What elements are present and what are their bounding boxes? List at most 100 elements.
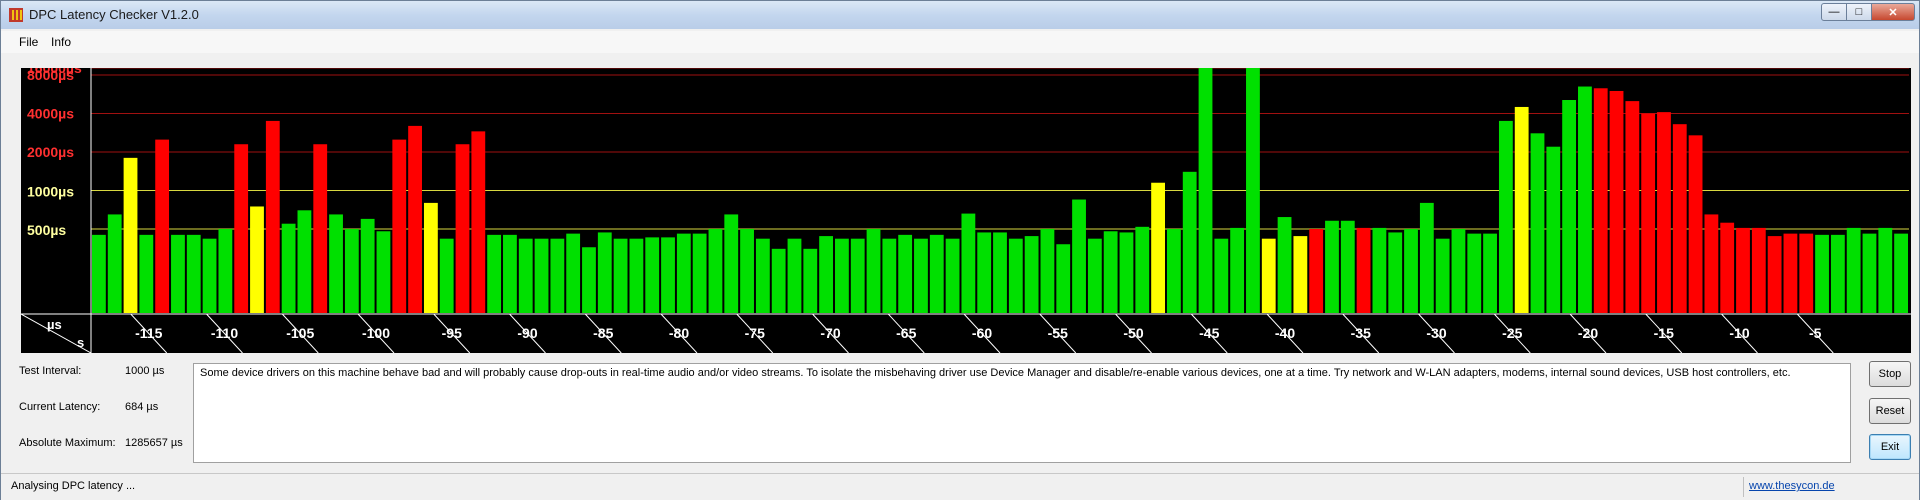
bar [1846, 227, 1861, 313]
bar [929, 234, 944, 313]
maximize-button[interactable]: □ [1846, 3, 1872, 21]
latency-chart: 16000µs 8000µs 4000µs 2000µs 1000µs 500µs µs s -… [20, 60, 1911, 354]
bar [423, 202, 438, 313]
y-tick-label: 1000µs [27, 184, 74, 200]
bar [92, 234, 106, 313]
x-tick-label: -75 [745, 325, 765, 341]
close-icon: ✕ [1888, 6, 1898, 19]
bar [613, 238, 628, 313]
bar [1024, 236, 1039, 313]
bar [724, 214, 739, 313]
bar [234, 144, 249, 313]
bar [755, 238, 770, 313]
menu-file[interactable]: File [19, 35, 38, 49]
bar [518, 238, 533, 313]
reset-button[interactable]: Reset [1869, 398, 1911, 424]
bar [819, 236, 834, 313]
maximize-icon: □ [1855, 6, 1863, 18]
x-tick-label: -50 [1123, 325, 1143, 341]
bar [961, 213, 976, 313]
bar [1135, 226, 1150, 313]
x-tick-label: -90 [517, 325, 537, 341]
bar [1530, 133, 1545, 313]
bar [1404, 229, 1418, 313]
bar [1008, 238, 1023, 313]
website-link[interactable]: www.thesycon.de [1749, 480, 1835, 492]
bar [977, 232, 992, 313]
status-bar: Analysing DPC latency ... www.thesycon.d… [1, 473, 1919, 500]
bar [1815, 234, 1829, 313]
stop-button[interactable]: Stop [1869, 361, 1911, 387]
bar [1767, 236, 1782, 313]
bar [408, 125, 422, 313]
bar [487, 234, 502, 313]
menu-info[interactable]: Info [51, 35, 71, 49]
bar [1783, 233, 1798, 313]
bar [1578, 86, 1592, 313]
bar [376, 231, 391, 313]
current-latency-label: Current Latency: [19, 401, 101, 413]
bar [1688, 135, 1703, 313]
x-tick-label: -5 [1809, 325, 1822, 341]
bar [771, 248, 786, 313]
bar [471, 131, 486, 313]
message-text: Some device drivers on this machine beha… [200, 367, 1791, 379]
minimize-icon: — [1828, 6, 1840, 18]
bar [1483, 233, 1497, 313]
bar [1641, 113, 1656, 313]
bar [803, 248, 818, 313]
menu-bar: File Info [1, 31, 1919, 53]
bar [1388, 232, 1403, 313]
bar [1119, 232, 1134, 313]
bar [1419, 202, 1434, 313]
bar [139, 234, 154, 313]
bar [582, 247, 596, 313]
bar [835, 238, 849, 313]
title-bar[interactable]: DPC Latency Checker V1.2.0 — □ ✕ [1, 1, 1919, 29]
bar [708, 229, 723, 313]
bar [1103, 231, 1118, 313]
bar [171, 234, 185, 313]
x-tick-label: -30 [1426, 325, 1446, 341]
bar [1498, 120, 1513, 313]
x-tick-label: -85 [593, 325, 613, 341]
bar [692, 233, 707, 313]
bar [1704, 214, 1719, 313]
test-interval-label: Test Interval: [19, 365, 82, 377]
minimize-button[interactable]: — [1821, 3, 1847, 21]
x-tick-label: -80 [669, 325, 689, 341]
bar [250, 206, 264, 313]
window-title: DPC Latency Checker V1.2.0 [29, 7, 199, 22]
close-button[interactable]: ✕ [1871, 3, 1915, 21]
bar [1072, 199, 1086, 313]
bar [123, 157, 138, 313]
y-tick-label: 500µs [27, 222, 66, 238]
exit-button[interactable]: Exit [1869, 434, 1911, 460]
bar [1672, 124, 1687, 313]
bar [186, 234, 201, 313]
bar [1657, 112, 1671, 313]
bar [882, 238, 897, 313]
bar [993, 232, 1007, 313]
x-tick-label: -65 [896, 325, 916, 341]
x-tick-label: -40 [1275, 325, 1295, 341]
app-window: DPC Latency Checker V1.2.0 — □ ✕ File In… [0, 0, 1920, 500]
bar [1261, 238, 1276, 313]
bar [1230, 227, 1245, 313]
bar [1214, 238, 1229, 313]
bar [787, 238, 802, 313]
x-tick-label: -95 [442, 325, 462, 341]
absolute-maximum-value: 1285657 µs [125, 437, 183, 449]
bar [914, 238, 928, 313]
bar [503, 234, 517, 313]
y-tick-label: 8000µs [27, 68, 74, 83]
status-text: Analysing DPC latency ... [11, 480, 136, 492]
bar [1040, 229, 1055, 313]
test-interval-value: 1000 µs [125, 365, 165, 377]
x-tick-label: -60 [972, 325, 992, 341]
bar [1451, 229, 1466, 313]
x-unit-label: s [77, 335, 84, 350]
bar [1862, 233, 1877, 313]
y-tick-label: 4000µs [27, 106, 74, 122]
bar [1894, 233, 1908, 313]
